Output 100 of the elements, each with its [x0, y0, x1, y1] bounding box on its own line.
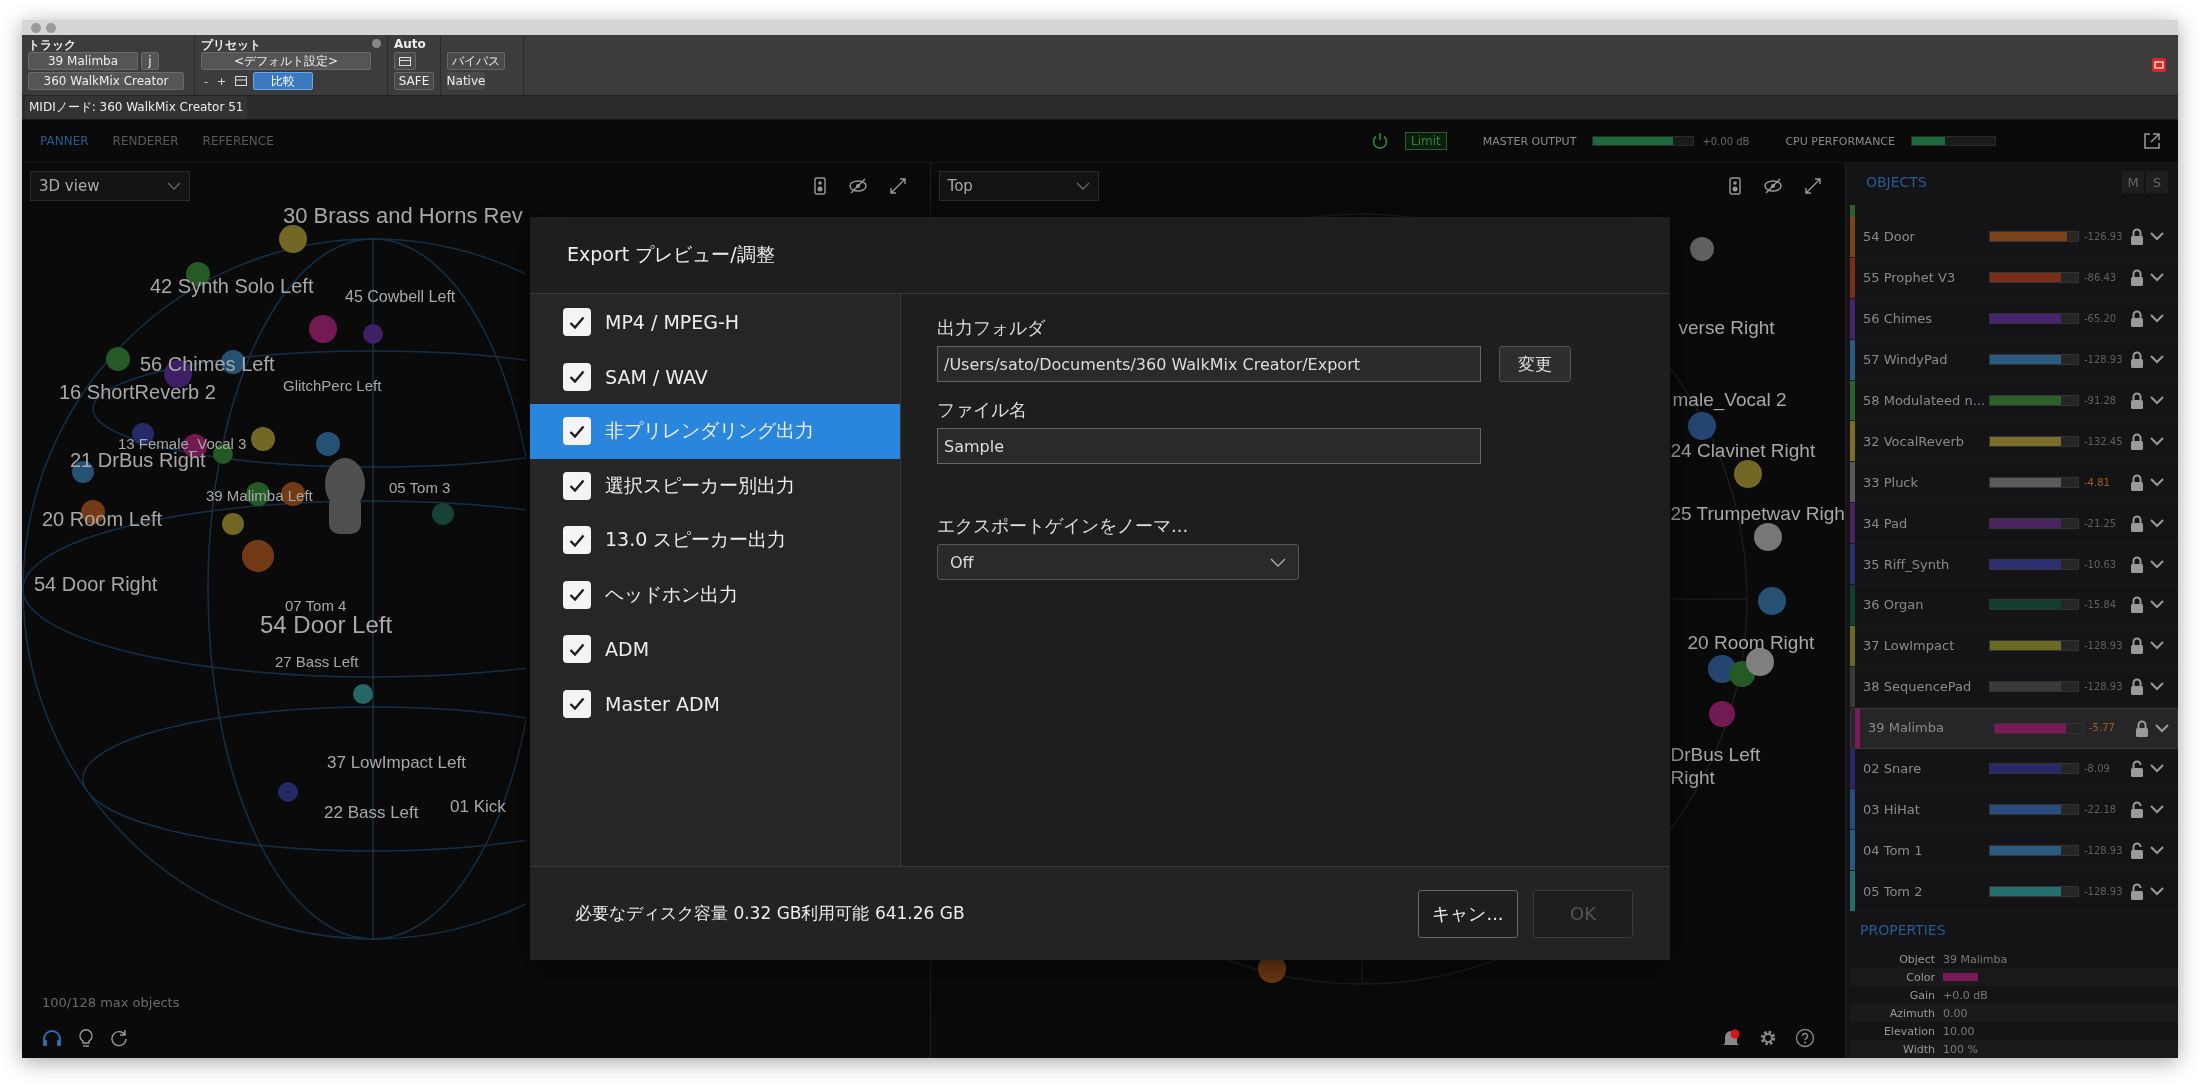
object-row[interactable]: 38 SequencePad -128.93: [1850, 666, 2178, 708]
object-row[interactable]: 33 Pluck -4.81: [1850, 462, 2178, 504]
pop-out-icon[interactable]: [2142, 131, 2162, 151]
color-swatch[interactable]: [1943, 973, 1978, 982]
limit-toggle[interactable]: Limit: [1405, 132, 1447, 150]
bypass-button[interactable]: バイパス: [447, 52, 505, 70]
checkbox[interactable]: [563, 362, 591, 391]
unlocked-lock-icon[interactable]: [2130, 882, 2144, 900]
object-row[interactable]: 57 WindyPad -128.93: [1850, 339, 2178, 381]
object-row[interactable]: 32 VocalReverb -132.45: [1850, 421, 2178, 463]
preset-plus-button[interactable]: +: [214, 74, 230, 88]
object-row[interactable]: 04 Tom 1 -128.93: [1850, 830, 2178, 872]
lightbulb-icon[interactable]: [78, 1028, 94, 1048]
view-tab[interactable]: RENDERER: [108, 134, 183, 148]
preset-minus-button[interactable]: -: [201, 74, 211, 88]
chevron-down-icon[interactable]: [2150, 518, 2164, 528]
checkbox[interactable]: [563, 471, 591, 500]
chevron-down-icon[interactable]: [2150, 804, 2164, 814]
chevron-down-icon[interactable]: [2150, 764, 2164, 773]
preset-select[interactable]: <デフォルト設定>: [201, 52, 371, 70]
hidden-eye-icon[interactable]: [847, 178, 868, 194]
chevron-down-icon[interactable]: [2150, 314, 2164, 324]
export-option[interactable]: SAM / WAV: [530, 349, 900, 404]
file-name-field[interactable]: Sample: [937, 428, 1481, 464]
view-tab[interactable]: REFERENCE: [198, 134, 278, 148]
chevron-down-icon[interactable]: [2150, 682, 2164, 692]
normalize-select[interactable]: Off: [937, 544, 1299, 580]
safe-button[interactable]: SAFE: [394, 72, 434, 90]
export-option[interactable]: ヘッドホン出力: [530, 567, 900, 622]
compare-button[interactable]: 比較: [253, 72, 314, 90]
minimize-dot-icon[interactable]: [46, 22, 56, 33]
chevron-down-icon[interactable]: [2155, 723, 2169, 733]
lock-icon[interactable]: [2130, 391, 2144, 409]
export-option[interactable]: 選択スピーカー別出力: [530, 458, 900, 513]
track-select[interactable]: 39 Malimba: [28, 52, 138, 70]
lock-icon[interactable]: [2130, 555, 2144, 573]
view-select[interactable]: Top: [938, 171, 1099, 201]
mute-all-button[interactable]: M: [2122, 171, 2144, 193]
unlocked-lock-icon[interactable]: [2130, 841, 2144, 859]
lock-icon[interactable]: [2130, 637, 2144, 655]
lock-icon[interactable]: [2130, 228, 2144, 246]
lock-icon[interactable]: [2135, 719, 2149, 737]
object-row[interactable]: 36 Organ -15.84: [1850, 585, 2178, 626]
speaker-icon[interactable]: [1729, 177, 1741, 195]
object-row[interactable]: 02 Snare -8.09: [1850, 748, 2178, 790]
lock-icon[interactable]: [2130, 596, 2144, 614]
lock-icon[interactable]: [2130, 473, 2144, 491]
checkbox[interactable]: [563, 580, 591, 609]
lock-icon[interactable]: [2130, 351, 2144, 369]
speaker-icon[interactable]: [813, 177, 826, 195]
chevron-down-icon[interactable]: [2150, 232, 2164, 242]
plugin-alert-icon[interactable]: [2152, 58, 2166, 72]
change-button[interactable]: 変更: [1499, 346, 1571, 382]
solo-all-button[interactable]: S: [2146, 171, 2168, 193]
lock-icon[interactable]: [2130, 432, 2144, 450]
lock-icon[interactable]: [2130, 269, 2144, 287]
object-row[interactable]: 37 LowImpact -128.93: [1850, 625, 2178, 667]
chevron-down-icon[interactable]: [2150, 886, 2164, 896]
object-row[interactable]: 56 Chimes -65.20: [1850, 298, 2178, 340]
unlocked-lock-icon[interactable]: [2130, 760, 2144, 777]
export-option[interactable]: MP4 / MPEG-H: [530, 295, 900, 350]
chevron-down-icon[interactable]: [2150, 641, 2164, 651]
checkbox[interactable]: [563, 526, 591, 555]
output-folder-field[interactable]: /Users/sato/Documents/360 WalkMix Creator/Export: [937, 346, 1481, 382]
key-select[interactable]: j: [141, 52, 159, 70]
object-row[interactable]: 55 Prophet V3 -86.43: [1850, 257, 2178, 299]
object-row[interactable]: 05 Tom 2 -128.93: [1850, 871, 2178, 913]
export-option[interactable]: 非プリレンダリング出力: [530, 404, 900, 459]
checkbox[interactable]: [563, 308, 591, 337]
hidden-eye-icon[interactable]: [1763, 178, 1783, 194]
chevron-down-icon[interactable]: [2150, 395, 2164, 405]
object-row[interactable]: 03 HiHat -22.18: [1850, 789, 2178, 831]
cancel-button[interactable]: キャン...: [1418, 889, 1518, 938]
checkbox[interactable]: [563, 417, 591, 446]
chevron-down-icon[interactable]: [2150, 600, 2164, 610]
plugin-select[interactable]: 360 WalkMix Creator: [28, 72, 184, 90]
chevron-down-icon[interactable]: [2150, 845, 2164, 855]
refresh-icon[interactable]: [110, 1029, 128, 1047]
export-option[interactable]: ADM: [530, 622, 900, 677]
export-option[interactable]: 13.0 スピーカー出力: [530, 513, 900, 568]
close-dot-icon[interactable]: [31, 22, 41, 33]
notification-bell-icon[interactable]: [1721, 1028, 1741, 1048]
object-row[interactable]: 54 Door -126.93: [1850, 216, 2178, 258]
copy-icon[interactable]: [235, 76, 248, 86]
expand-icon[interactable]: [889, 178, 906, 194]
object-row[interactable]: 34 Pad -21.25: [1850, 503, 2178, 545]
chevron-down-icon[interactable]: [2150, 477, 2164, 487]
view-tab[interactable]: PANNER: [36, 134, 93, 148]
expand-icon[interactable]: [1805, 178, 1821, 194]
lock-icon[interactable]: [2130, 514, 2144, 532]
object-row[interactable]: 58 Modulateed n... -91.28: [1850, 380, 2178, 422]
lock-icon[interactable]: [2130, 310, 2144, 328]
chevron-down-icon[interactable]: [2150, 436, 2164, 446]
native-button[interactable]: Native: [447, 72, 485, 90]
chevron-down-icon[interactable]: [2150, 355, 2164, 365]
view-select[interactable]: 3D view: [30, 171, 190, 201]
unlocked-lock-icon[interactable]: [2130, 800, 2144, 818]
checkbox[interactable]: [563, 635, 591, 664]
preset-menu-icon[interactable]: [372, 39, 381, 48]
chevron-down-icon[interactable]: [2150, 559, 2164, 569]
